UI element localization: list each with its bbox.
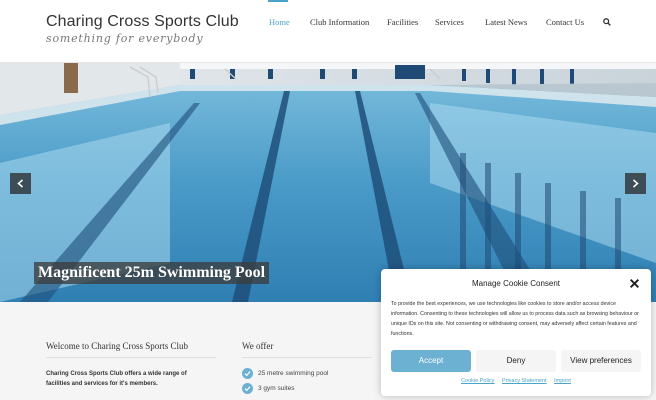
- cookie-title: Manage Cookie Consent: [471, 279, 561, 288]
- nav-item-contact-us[interactable]: Contact Us: [546, 17, 584, 27]
- welcome-heading: Welcome to Charing Cross Sports Club: [46, 341, 189, 351]
- offer-item-label: 25 metre swimming pool: [258, 370, 329, 377]
- slider-prev-button[interactable]: [10, 173, 31, 194]
- chevron-right-icon: [632, 179, 639, 188]
- privacy-statement-link[interactable]: Privacy Statement: [502, 378, 547, 384]
- nav-item-facilities[interactable]: Facilities: [387, 17, 418, 27]
- view-preferences-button[interactable]: View preferences: [561, 350, 641, 372]
- close-icon[interactable]: [629, 278, 640, 289]
- nav-item-club-information[interactable]: Club Information: [310, 17, 369, 27]
- cookie-description: To provide the best experiences, we use …: [391, 301, 639, 337]
- imprint-link[interactable]: Imprint: [554, 378, 571, 384]
- welcome-text: Charing Cross Sports Club offers a wide …: [46, 371, 187, 387]
- check-icon: [242, 383, 253, 394]
- offer-item-label: 3 gym suites: [258, 385, 295, 392]
- welcome-divider: [46, 357, 216, 358]
- main-nav: Home Club Information Facilities Service…: [0, 0, 656, 63]
- nav-item-services[interactable]: Services: [435, 17, 464, 27]
- offer-heading: We offer: [242, 341, 274, 351]
- check-icon: [242, 368, 253, 379]
- chevron-left-icon: [17, 179, 24, 188]
- nav-active-indicator: [268, 0, 288, 2]
- cookie-policy-link[interactable]: Cookie Policy: [461, 378, 494, 384]
- slider-next-button[interactable]: [625, 173, 646, 194]
- deny-button[interactable]: Deny: [476, 350, 556, 372]
- nav-item-home[interactable]: Home: [269, 17, 290, 27]
- cookie-consent-dialog: Manage Cookie Consent To provide the bes…: [381, 269, 651, 396]
- search-icon[interactable]: [603, 18, 611, 26]
- nav-item-latest-news[interactable]: Latest News: [485, 17, 527, 27]
- accept-button[interactable]: Accept: [391, 350, 471, 372]
- cookie-links: Cookie Policy Privacy Statement Imprint: [381, 378, 651, 384]
- hero-caption: Magnificent 25m Swimming Pool: [34, 262, 270, 284]
- offer-divider: [242, 357, 372, 358]
- site-header: Charing Cross Sports Club something for …: [0, 0, 656, 63]
